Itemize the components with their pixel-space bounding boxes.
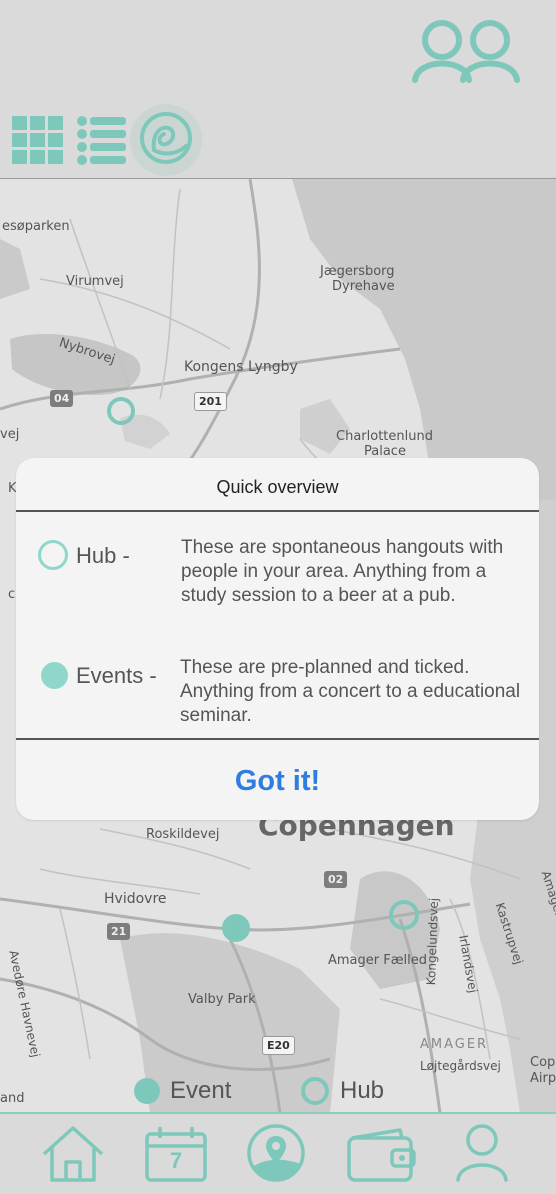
- map-label: vej: [0, 427, 20, 442]
- road-marker: E20: [262, 1036, 295, 1055]
- map-label: and: [0, 1091, 25, 1106]
- map-label: Airp: [530, 1071, 556, 1086]
- map-label: Virumvej: [66, 274, 124, 289]
- legend-event-label: Event: [170, 1077, 232, 1104]
- dialog-title: Quick overview: [16, 458, 539, 512]
- legend-hub-icon: [301, 1077, 329, 1105]
- wallet-icon[interactable]: [346, 1124, 418, 1184]
- calendar-day: 7: [169, 1148, 183, 1173]
- road-marker: 21: [107, 923, 131, 940]
- map-label: esøparken: [2, 219, 70, 234]
- map-label: Cop: [530, 1055, 556, 1070]
- list-icon[interactable]: [76, 112, 128, 168]
- map-pin-icon: [140, 112, 192, 164]
- map-label: Valby Park: [188, 992, 256, 1007]
- calendar-icon[interactable]: 7: [144, 1124, 208, 1184]
- got-it-button[interactable]: Got it!: [235, 765, 320, 798]
- home-icon[interactable]: [40, 1124, 106, 1184]
- hub-legend-icon: [38, 540, 68, 570]
- map-label: Palace: [364, 444, 406, 459]
- hub-marker[interactable]: [107, 397, 135, 425]
- top-bar: [0, 0, 556, 178]
- map-label: Løjtegårdsvej: [420, 1059, 501, 1073]
- grid-icon[interactable]: [10, 112, 64, 168]
- hub-label: Hub -: [76, 543, 130, 568]
- events-description: These are pre-planned and ticked. Anythi…: [180, 657, 521, 726]
- legend-event-icon: [134, 1078, 160, 1104]
- map-label: Amager Fælled: [328, 953, 427, 968]
- road-marker: 201: [194, 392, 227, 411]
- dialog-footer: Got it!: [16, 740, 539, 820]
- road-marker: 04: [50, 390, 74, 407]
- road-marker: 02: [324, 871, 348, 888]
- event-marker[interactable]: [222, 914, 250, 942]
- profile-icon[interactable]: [454, 1122, 510, 1184]
- quick-overview-dialog: Quick overview Hub - These are spontaneo…: [16, 458, 539, 820]
- people-icon[interactable]: [410, 18, 525, 84]
- map-label: Charlottenlund: [336, 429, 433, 444]
- map-label: Hvidovre: [104, 891, 167, 907]
- map-icon[interactable]: [246, 1122, 306, 1184]
- map-view-button[interactable]: [130, 104, 202, 176]
- map-label: AMAGER: [420, 1037, 489, 1052]
- map-label: Dyrehave: [332, 279, 395, 294]
- hub-description: These are spontaneous hangouts with peop…: [181, 537, 504, 606]
- dialog-body: Hub - These are spontaneous hangouts wit…: [16, 512, 539, 740]
- legend-hub-label: Hub: [340, 1077, 385, 1104]
- events-label: Events -: [76, 663, 157, 688]
- map-label: Jægersborg: [320, 264, 395, 279]
- map-label: Kongens Lyngby: [184, 359, 298, 375]
- bottom-tab-bar: 7: [0, 1112, 556, 1194]
- map-label: c: [8, 587, 16, 602]
- hub-marker[interactable]: [389, 900, 419, 930]
- map-label: Roskildevej: [146, 827, 220, 842]
- event-legend-icon: [41, 662, 68, 689]
